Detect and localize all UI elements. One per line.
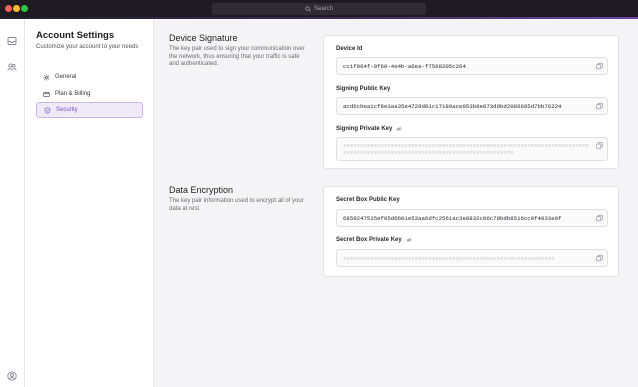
users-icon[interactable]	[5, 60, 19, 74]
device-id-value: cc1f064f-9f60-4e4b-a6ea-f7568205c264	[343, 62, 466, 70]
nav-item-plan-billing[interactable]: Plan & Billing	[36, 86, 143, 102]
settings-subtitle: Customize your account to your needs	[36, 44, 139, 50]
inbox-icon[interactable]	[5, 34, 19, 48]
account-icon[interactable]	[5, 369, 19, 383]
secret-box-private-key-label-text: Secret Box Private Key	[336, 237, 402, 243]
search-icon	[305, 6, 311, 12]
signing-private-key-label-text: Signing Private Key	[336, 126, 393, 132]
maximize-window-button[interactable]	[21, 5, 28, 12]
signing-public-key-label-text: Signing Public Key	[336, 86, 391, 92]
data-encryption-title: Data Encryption	[169, 185, 234, 195]
data-encryption-description: The key pair information used to encrypt…	[169, 198, 304, 212]
signing-private-key-label: Signing Private Key	[336, 126, 403, 132]
gear-icon	[43, 74, 50, 80]
app-rail	[0, 19, 25, 387]
close-window-button[interactable]	[5, 5, 12, 12]
nav-item-security[interactable]: Security	[36, 102, 143, 118]
nav-item-label: Plan & Billing	[55, 91, 91, 97]
secret-box-private-key-value: xxxxxxxxxxxxxxxxxxxxxxxxxxxxxxxxxxxxxxxx…	[343, 254, 555, 262]
signing-public-key-value: acd6cbea1cf8e3aa35e4728d81c17189ace053b8…	[343, 102, 562, 110]
secret-box-public-key-field[interactable]: 6859247535ef05d6601e53aa6dfc2561ac3e8832…	[336, 209, 608, 227]
secret-box-private-key-label: Secret Box Private Key	[336, 237, 412, 243]
copy-icon[interactable]	[596, 254, 603, 262]
signing-private-key-value: xxxxxxxxxxxxxxxxxxxxxxxxxxxxxxxxxxxxxxxx…	[343, 142, 589, 156]
device-id-label: Device Id	[336, 46, 362, 52]
window-titlebar: Search	[0, 0, 638, 19]
settings-title: Account Settings	[36, 30, 115, 41]
device-id-field[interactable]: cc1f064f-9f60-4e4b-a6ea-f7568205c264	[336, 57, 608, 75]
copy-icon[interactable]	[596, 102, 603, 110]
copy-icon[interactable]	[596, 214, 603, 222]
device-signature-description: The key pair used to sign your communica…	[169, 46, 305, 67]
global-search-bar[interactable]: Search	[212, 3, 426, 15]
search-placeholder: Search	[313, 6, 333, 12]
eye-off-icon[interactable]	[396, 126, 403, 132]
signing-public-key-field[interactable]: acd6cbea1cf8e3aa35e4728d81c17189ace053b8…	[336, 97, 608, 115]
device-signature-card: Device Id cc1f064f-9f60-4e4b-a6ea-f75682…	[323, 35, 619, 169]
card-icon	[43, 91, 50, 97]
secret-box-private-key-field[interactable]: xxxxxxxxxxxxxxxxxxxxxxxxxxxxxxxxxxxxxxxx…	[336, 249, 608, 267]
minimize-window-button[interactable]	[13, 5, 20, 12]
copy-icon[interactable]	[596, 62, 603, 70]
data-encryption-card: Secret Box Public Key 6859247535ef05d660…	[323, 186, 619, 277]
eye-off-icon[interactable]	[405, 237, 412, 243]
signing-public-key-label: Signing Public Key	[336, 86, 390, 92]
nav-item-general[interactable]: General	[36, 69, 143, 85]
nav-item-label: General	[55, 74, 77, 80]
secret-box-public-key-label-text: Secret Box Public Key	[336, 197, 400, 203]
settings-nav: Account Settings Customize your account …	[25, 19, 154, 387]
device-signature-title: Device Signature	[169, 33, 238, 43]
secret-box-public-key-label: Secret Box Public Key	[336, 197, 400, 203]
device-id-label-text: Device Id	[336, 46, 363, 52]
nav-item-label: Security	[56, 107, 78, 113]
secret-box-public-key-value: 6859247535ef05d6601e53aa6dfc2561ac3e8832…	[343, 214, 562, 222]
shield-icon	[44, 106, 51, 114]
signing-private-key-field[interactable]: xxxxxxxxxxxxxxxxxxxxxxxxxxxxxxxxxxxxxxxx…	[336, 137, 608, 161]
copy-icon[interactable]	[596, 142, 603, 149]
